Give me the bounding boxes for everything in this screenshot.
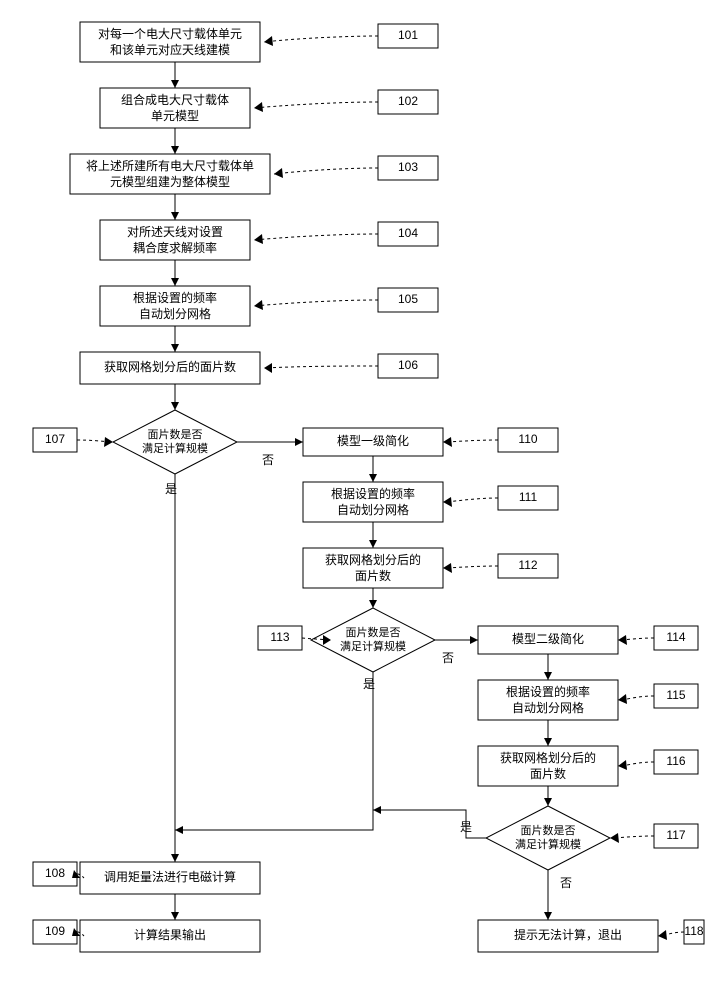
num-111: 111 — [519, 490, 538, 504]
step-112-l2: 面片数 — [355, 568, 391, 583]
step-105-l1: 根据设置的频率 — [133, 290, 217, 305]
num-107: 107 — [45, 432, 65, 446]
num-109: 109 — [45, 924, 65, 938]
dec-113-l2: 满足计算规模 — [340, 639, 406, 653]
num-101: 101 — [398, 28, 418, 42]
step-111-l1: 根据设置的频率 — [331, 486, 415, 501]
dec-117-l1: 面片数是否 — [521, 824, 576, 837]
step-110-l1: 模型一级简化 — [337, 434, 409, 448]
num-115: 115 — [666, 688, 685, 702]
step-101-l2: 和该单元对应天线建模 — [110, 42, 230, 57]
no-113: 否 — [442, 651, 454, 665]
step-116-l2: 面片数 — [530, 766, 566, 781]
num-104: 104 — [398, 226, 418, 240]
step-115-l1: 根据设置的频率 — [506, 684, 590, 699]
step-103-l2: 元模型组建为整体模型 — [110, 174, 230, 189]
no-117: 否 — [560, 876, 572, 890]
dec-107-l1: 面片数是否 — [148, 428, 203, 441]
step-111-l2: 自动划分网格 — [337, 502, 409, 517]
dec-107-l2: 满足计算规模 — [142, 441, 208, 455]
num-114: 114 — [666, 630, 685, 644]
step-118-l1: 提示无法计算，退出 — [514, 927, 622, 942]
step-105-l2: 自动划分网格 — [139, 306, 211, 321]
step-108-l1: 调用矩量法进行电磁计算 — [104, 869, 236, 884]
step-115-l2: 自动划分网格 — [512, 700, 584, 715]
step-101-l1: 对每一个电大尺寸载体单元 — [98, 26, 242, 41]
step-106-l1: 获取网格划分后的面片数 — [104, 359, 236, 374]
step-102-l2: 单元模型 — [151, 109, 199, 123]
num-108: 108 — [45, 866, 65, 880]
num-116: 116 — [666, 754, 685, 768]
num-118: 118 — [684, 924, 703, 938]
step-103-l1: 将上述所建所有电大尺寸载体单 — [86, 159, 254, 173]
dec-113-l1: 面片数是否 — [346, 626, 401, 639]
num-113: 113 — [270, 630, 289, 644]
step-112-l1: 获取网格划分后的 — [325, 552, 421, 567]
step-104-l2: 耦合度求解频率 — [133, 240, 217, 255]
dec-117-l2: 满足计算规模 — [515, 837, 581, 851]
step-116-l1: 获取网格划分后的 — [500, 750, 596, 765]
num-117: 117 — [666, 828, 685, 842]
step-104-l1: 对所述天线对设置 — [127, 225, 223, 239]
num-102: 102 — [398, 94, 418, 108]
num-110: 110 — [518, 432, 537, 446]
no-107: 否 — [262, 453, 274, 467]
step-109-l1: 计算结果输出 — [134, 927, 206, 942]
step-114-l1: 模型二级简化 — [512, 632, 584, 646]
num-112: 112 — [518, 558, 537, 572]
num-106: 106 — [398, 358, 418, 372]
num-105: 105 — [398, 292, 418, 306]
flowchart: 对每一个电大尺寸载体单元 和该单元对应天线建模 组合成电大尺寸载体 单元模型 将… — [0, 0, 710, 1000]
num-103: 103 — [398, 160, 418, 174]
step-102-l1: 组合成电大尺寸载体 — [121, 92, 229, 107]
